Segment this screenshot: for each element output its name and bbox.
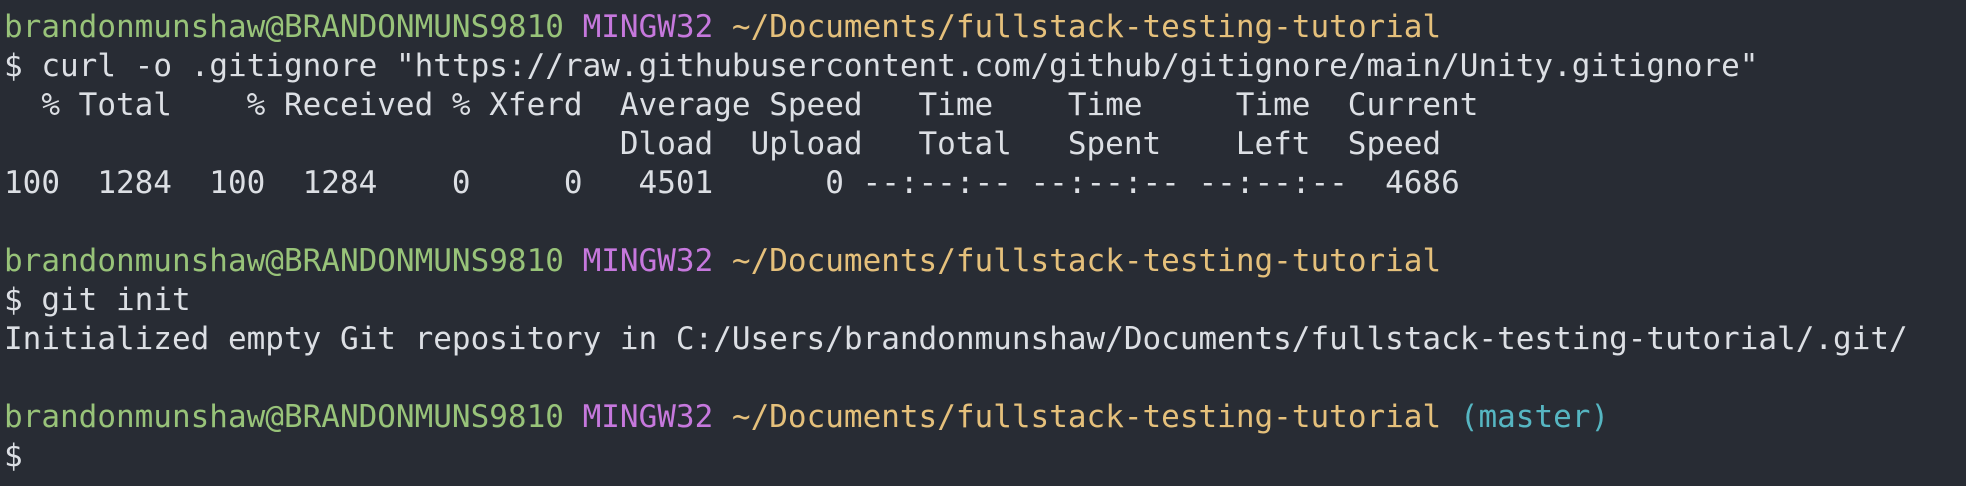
prompt-user: brandonmunshaw@BRANDONMUNS9810 bbox=[4, 9, 564, 45]
curl-command: curl -o .gitignore "https://raw.githubus… bbox=[41, 48, 1759, 84]
terminal-window[interactable]: brandonmunshaw@BRANDONMUNS9810 MINGW32 ~… bbox=[0, 0, 1966, 486]
prompt-user: brandonmunshaw@BRANDONMUNS9810 bbox=[4, 243, 564, 279]
prompt-symbol: $ bbox=[4, 438, 23, 474]
git-init-command: git init bbox=[41, 282, 191, 318]
prompt-user: brandonmunshaw@BRANDONMUNS9810 bbox=[4, 399, 564, 435]
prompt-symbol: $ bbox=[4, 48, 23, 84]
git-branch-badge: (master) bbox=[1459, 399, 1610, 435]
prompt-system: MINGW32 bbox=[582, 9, 714, 45]
git-init-output: Initialized empty Git repository in C:/U… bbox=[4, 321, 1908, 357]
command-line-1: $ curl -o .gitignore "https://raw.github… bbox=[4, 47, 1966, 86]
command-line-3[interactable]: $ bbox=[4, 437, 1966, 476]
prompt-path: ~/Documents/fullstack-testing-tutorial bbox=[731, 9, 1442, 45]
prompt-system: MINGW32 bbox=[582, 243, 714, 279]
curl-progress-row: 100 1284 100 1284 0 0 4501 0 --:--:-- --… bbox=[4, 165, 1460, 201]
curl-header-1: % Total % Received % Xferd Average Speed… bbox=[4, 87, 1479, 123]
prompt-path: ~/Documents/fullstack-testing-tutorial bbox=[731, 399, 1442, 435]
prompt-symbol: $ bbox=[4, 282, 23, 318]
prompt-line-3: brandonmunshaw@BRANDONMUNS9810 MINGW32 ~… bbox=[4, 398, 1966, 437]
prompt-system: MINGW32 bbox=[582, 399, 714, 435]
curl-header-2: Dload Upload Total Spent Left Speed bbox=[4, 126, 1442, 162]
prompt-path: ~/Documents/fullstack-testing-tutorial bbox=[731, 243, 1442, 279]
prompt-line-1: brandonmunshaw@BRANDONMUNS9810 MINGW32 ~… bbox=[4, 8, 1966, 47]
prompt-line-2: brandonmunshaw@BRANDONMUNS9810 MINGW32 ~… bbox=[4, 242, 1966, 281]
command-line-2: $ git init bbox=[4, 281, 1966, 320]
